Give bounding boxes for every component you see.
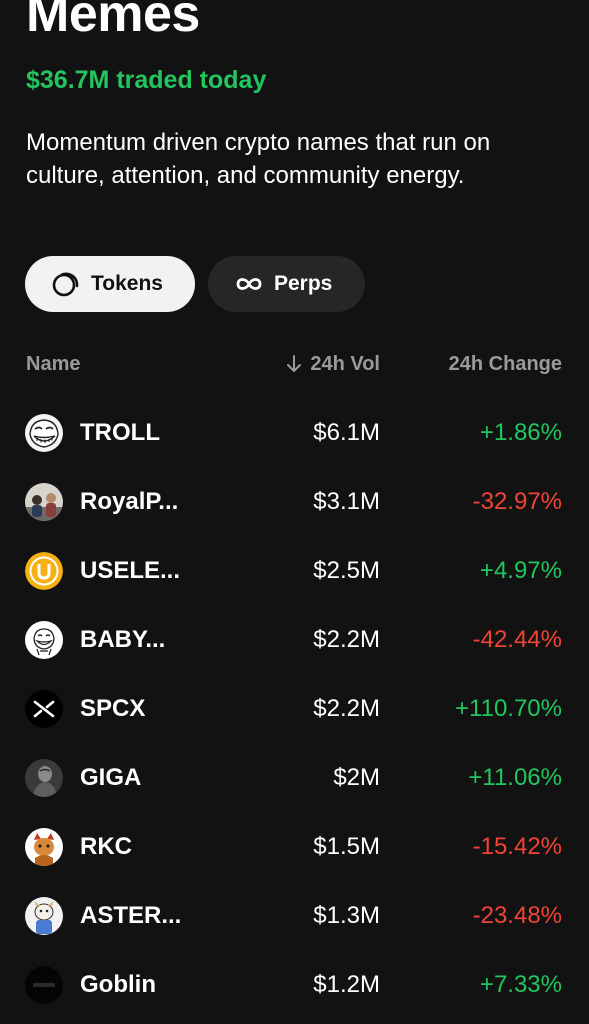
page-title: Memes xyxy=(26,0,200,43)
token-volume: $3.1M xyxy=(313,488,380,515)
circle-stack-icon xyxy=(51,269,81,299)
column-header-volume-label: 24h Vol xyxy=(310,353,380,375)
token-change: -32.97% xyxy=(472,488,562,515)
token-list: TROLL $6.1M +1.86% RoyalP... $3.1M -32.9… xyxy=(0,398,589,1019)
token-row[interactable]: ASTER... $1.3M -23.48% xyxy=(0,881,589,950)
token-avatar-troll xyxy=(25,414,63,452)
token-change: +7.33% xyxy=(479,971,562,998)
token-avatar-aster xyxy=(25,897,63,935)
token-avatar-giga xyxy=(25,759,63,797)
token-name: Goblin xyxy=(80,971,156,998)
tab-tokens[interactable]: Tokens xyxy=(25,256,195,312)
token-avatar-useless xyxy=(25,552,63,590)
token-volume: $2M xyxy=(333,764,380,791)
token-row[interactable]: RKC $1.5M -15.42% xyxy=(0,812,589,881)
sort-down-arrow-icon xyxy=(286,354,302,374)
token-change: -23.48% xyxy=(472,902,562,929)
token-name: SPCX xyxy=(80,695,146,722)
token-row[interactable]: TROLL $6.1M +1.86% xyxy=(0,398,589,467)
category-description: Momentum driven crypto names that run on… xyxy=(26,129,491,189)
token-name: ASTER... xyxy=(80,902,182,929)
token-change: +1.86% xyxy=(479,419,562,446)
token-volume: $2.5M xyxy=(313,557,380,584)
token-change: +11.06% xyxy=(468,764,562,791)
token-change: -15.42% xyxy=(472,833,562,860)
token-avatar-spcx xyxy=(25,690,63,728)
token-volume: $1.2M xyxy=(313,971,380,998)
token-change: -42.44% xyxy=(472,626,562,653)
token-volume: $1.3M xyxy=(313,902,380,929)
token-row[interactable]: BABY... $2.2M -42.44% xyxy=(0,605,589,674)
token-name: RKC xyxy=(80,833,132,860)
token-row[interactable]: USELE... $2.5M +4.97% xyxy=(0,536,589,605)
column-header-change[interactable]: 24h Change xyxy=(449,351,562,377)
tab-perps[interactable]: Perps xyxy=(208,256,365,312)
token-row[interactable]: Goblin $1.2M +7.33% xyxy=(0,950,589,1019)
infinity-icon xyxy=(234,269,264,299)
token-volume: $2.2M xyxy=(313,626,380,653)
token-change: +110.70% xyxy=(455,695,562,722)
token-name: BABY... xyxy=(80,626,166,653)
token-name: TROLL xyxy=(80,419,160,446)
token-avatar-rkc xyxy=(25,828,63,866)
token-volume: $2.2M xyxy=(313,695,380,722)
traded-volume-summary: $36.7M traded today xyxy=(26,66,267,94)
token-avatar-royalp xyxy=(25,483,63,521)
token-row[interactable]: RoyalP... $3.1M -32.97% xyxy=(0,467,589,536)
token-row[interactable]: GIGA $2M +11.06% xyxy=(0,743,589,812)
token-volume: $1.5M xyxy=(313,833,380,860)
column-header-name[interactable]: Name xyxy=(26,351,80,377)
column-header-volume[interactable]: 24h Vol xyxy=(286,351,380,377)
token-name: GIGA xyxy=(80,764,142,791)
token-name: USELE... xyxy=(80,557,181,584)
token-avatar-baby xyxy=(25,621,63,659)
token-name: RoyalP... xyxy=(80,488,179,515)
token-avatar-goblin xyxy=(25,966,63,1004)
tab-perps-label: Perps xyxy=(274,272,333,295)
tab-tokens-label: Tokens xyxy=(91,272,163,295)
token-change: +4.97% xyxy=(479,557,562,584)
token-volume: $6.1M xyxy=(313,419,380,446)
token-row[interactable]: SPCX $2.2M +110.70% xyxy=(0,674,589,743)
